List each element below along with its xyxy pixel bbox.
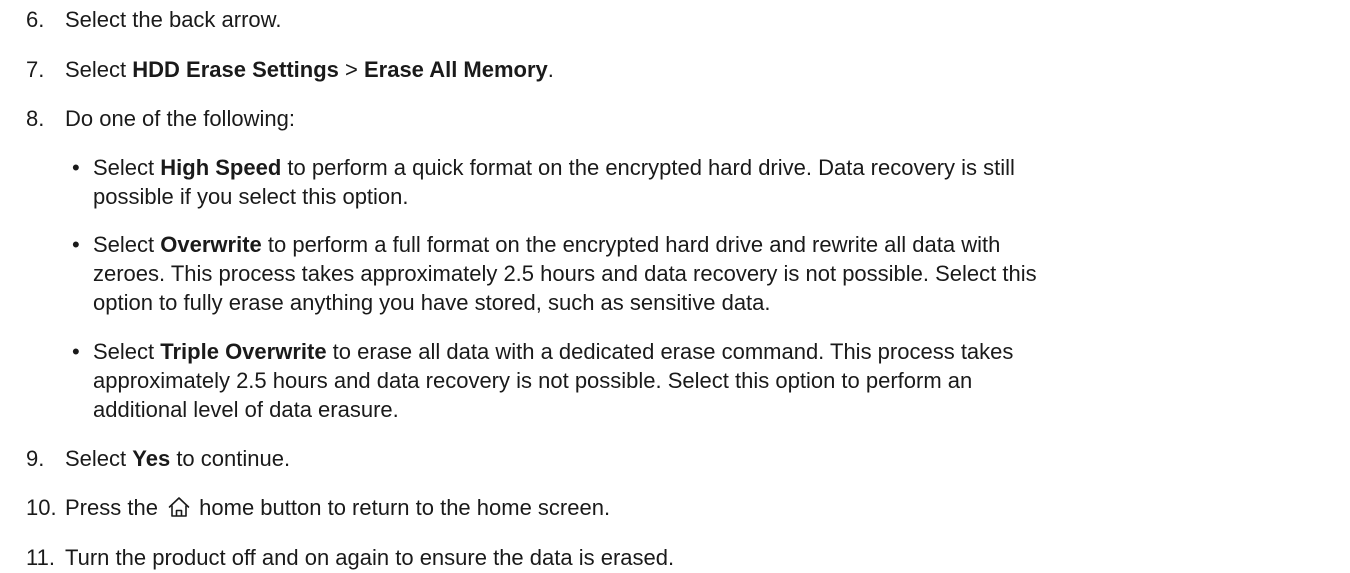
menu-path-separator: > [338, 57, 364, 82]
option-line: option to fully erase anything you have … [93, 290, 771, 315]
bullet: • [72, 155, 80, 180]
step-text-part: . [547, 57, 554, 82]
step-number: 7. [26, 57, 45, 82]
step-number: 10. [26, 495, 57, 520]
step-number: 6. [26, 7, 45, 32]
step-number: 11. [26, 545, 55, 570]
option-text-part: to perform a quick format on the encrypt… [281, 155, 1015, 180]
instruction-document: 6. Select the back arrow. 7. Select HDD … [0, 0, 1350, 573]
step-text-part: home button to return to the home screen… [193, 495, 611, 520]
option-text-part: to erase all data with a dedicated erase… [326, 339, 1014, 364]
step-text: Press the home button to return to the h… [65, 493, 610, 522]
bullet: • [72, 339, 80, 364]
step-text-part: to continue. [170, 446, 291, 471]
option-line: Select Triple Overwrite to erase all dat… [93, 337, 1013, 366]
option-text-part: to perform a full format on the encrypte… [261, 232, 1001, 257]
step-text: Select HDD Erase Settings > Erase All Me… [65, 55, 554, 84]
option-text-part: Select [93, 155, 161, 180]
step-text: Turn the product off and on again to ens… [65, 545, 675, 570]
step-number: 8. [26, 106, 45, 131]
step-number: 9. [26, 446, 45, 471]
menu-path-hdd-erase-settings: HDD Erase Settings [132, 57, 339, 82]
option-overwrite: Overwrite [160, 232, 262, 257]
option-line: zeroes. This process takes approximately… [93, 261, 1037, 286]
option-text-part: Select [93, 232, 161, 257]
option-line: additional level of data erasure. [93, 397, 399, 422]
step-text-part: Select [65, 57, 133, 82]
step-text: Do one of the following: [65, 106, 295, 131]
option-high-speed: High Speed [160, 155, 282, 180]
bullet: • [72, 232, 80, 257]
option-line: Select High Speed to perform a quick for… [93, 153, 1015, 182]
button-name-yes: Yes [132, 446, 171, 471]
step-text-part: Select [65, 446, 133, 471]
option-line: possible if you select this option. [93, 184, 409, 209]
option-text-part: Select [93, 339, 161, 364]
step-text-part: Press the [65, 495, 165, 520]
menu-path-erase-all-memory: Erase All Memory [363, 57, 548, 82]
home-icon [168, 496, 190, 518]
step-text: Select Yes to continue. [65, 444, 290, 473]
step-text: Select the back arrow. [65, 7, 282, 32]
option-line: approximately 2.5 hours and data recover… [93, 368, 973, 393]
option-line: Select Overwrite to perform a full forma… [93, 230, 1000, 259]
option-triple-overwrite: Triple Overwrite [160, 339, 327, 364]
